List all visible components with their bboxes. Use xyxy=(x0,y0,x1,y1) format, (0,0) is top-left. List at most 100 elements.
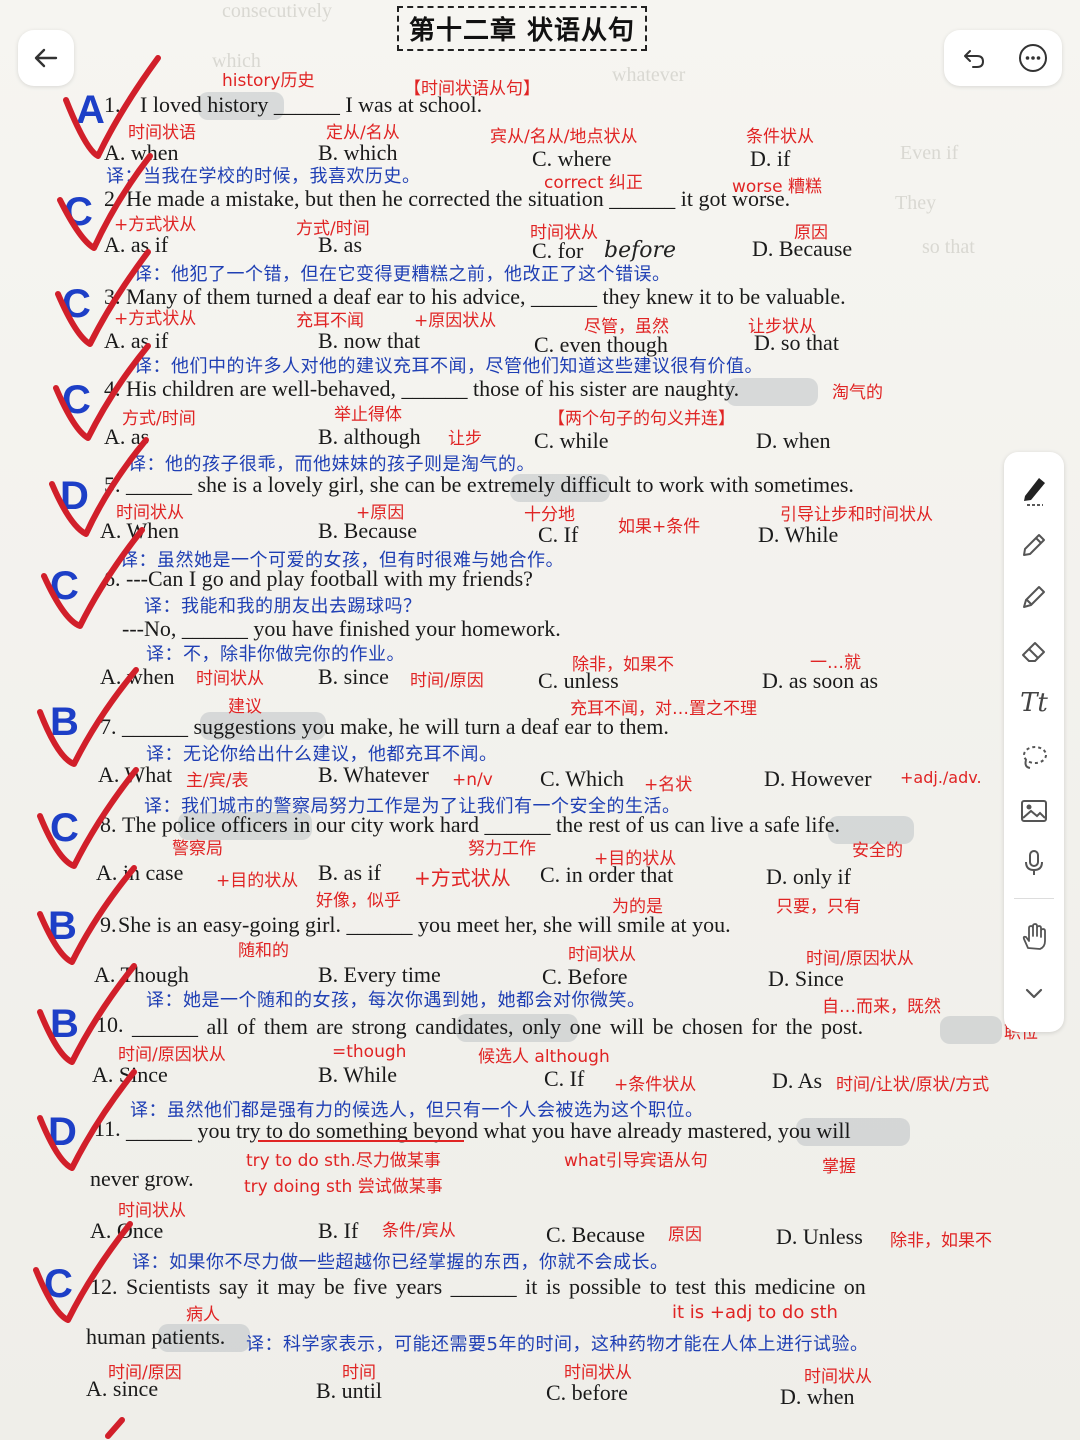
option-d: D. Because xyxy=(752,236,853,261)
option-b: B. since xyxy=(318,664,389,689)
note: 主/宾/表 xyxy=(186,771,249,791)
note: history历史 xyxy=(222,71,315,91)
question-number: 12. xyxy=(90,1274,118,1299)
note: 淘气的 xyxy=(832,383,883,403)
option-c: C. If xyxy=(538,522,579,547)
question-number: 6. xyxy=(104,566,121,591)
question-stem: She is an easy-going girl. ______ you me… xyxy=(118,912,731,937)
option-d: D. Since xyxy=(768,966,844,991)
option-c: C. in order that xyxy=(540,862,674,887)
option-b: B. now that xyxy=(318,328,421,353)
question-stem: Scientists say it may be five years ____… xyxy=(126,1274,866,1299)
marker-pen-icon[interactable] xyxy=(1015,470,1053,508)
answer-letter: D xyxy=(60,474,89,518)
note: 好像，似乎 xyxy=(316,891,401,911)
note: try to do sth.尽力做某事 xyxy=(246,1151,441,1171)
translation: 译：我能和我的朋友出去踢球吗？ xyxy=(144,596,422,617)
option-c: C. Which xyxy=(540,766,624,791)
note: 时间状从 xyxy=(568,945,636,965)
note: 时间状从 xyxy=(196,669,264,689)
toolbar-divider xyxy=(1014,898,1054,899)
hand-icon[interactable] xyxy=(1015,918,1053,956)
lasso-icon[interactable] xyxy=(1015,738,1053,776)
answer-letter: C xyxy=(62,282,91,326)
translation: 译：他们中的许多人对他的建议充耳不闻，尽管他们知道这些建议很有价值。 xyxy=(134,356,763,377)
question-number: 9. xyxy=(100,912,117,937)
translation: 译：如果你不尽力做一些超越你已经掌握的东西，你就不会成长。 xyxy=(132,1252,669,1273)
option-b: B. Every time xyxy=(318,962,441,987)
translation: 译：她是一个随和的女孩，每次你遇到她，她都会对你微笑。 xyxy=(146,990,646,1011)
translation: 译：科学家表示，可能还需要5年的时间，这种药物才能在人体上进行试验。 xyxy=(246,1334,869,1355)
annotation-toolbar: Tt xyxy=(1004,452,1064,1032)
note: +方式状从 xyxy=(414,866,511,890)
option-a: A. as if xyxy=(104,232,169,257)
option-d: D. so that xyxy=(754,330,839,355)
ghost-text: Even if xyxy=(900,142,959,164)
answer-letter: C xyxy=(64,190,93,234)
option-a: A. since xyxy=(86,1376,159,1401)
answer-letter: A xyxy=(76,88,105,132)
back-button[interactable] xyxy=(18,30,74,86)
note: what引导宾语从句 xyxy=(564,1151,708,1171)
note: 病人 xyxy=(186,1305,220,1325)
note: try doing sth 尝试做某事 xyxy=(244,1177,443,1197)
option-d: D. if xyxy=(750,146,791,171)
note: 宾从/名从/地点状从 xyxy=(490,127,638,147)
note: +原因状从 xyxy=(414,311,497,331)
translation: 译：他犯了一个错，但在它变得更糟糕之前，他改正了这个错误。 xyxy=(134,264,671,285)
answer-letter: B xyxy=(50,1002,79,1046)
option-c: C. Because xyxy=(546,1222,645,1247)
option-d: D. Unless xyxy=(776,1224,863,1249)
question-number: 8. xyxy=(100,812,117,837)
note: 举止得体 xyxy=(334,405,402,425)
option-d: D. As xyxy=(772,1068,823,1093)
question-stem: I loved history ______ I was at school. xyxy=(140,92,483,117)
question-stem: ---Can I go and play football with my fr… xyxy=(126,566,533,591)
undo-icon[interactable] xyxy=(957,41,991,75)
answer-letter: B xyxy=(50,700,79,744)
check-mark xyxy=(105,1417,125,1439)
pencil-icon[interactable] xyxy=(1015,578,1053,616)
option-d: D. when xyxy=(780,1384,855,1409)
note: +方式状从 xyxy=(114,309,197,329)
translation: 译：当我在学校的时候，我喜欢历史。 xyxy=(106,166,421,187)
text-tool-icon[interactable]: Tt xyxy=(1015,684,1053,722)
arrow-left-icon xyxy=(29,41,63,75)
answer-letter: C xyxy=(50,806,79,850)
option-b: B. as if xyxy=(318,860,381,885)
option-c: C. before xyxy=(546,1380,628,1405)
eraser-icon[interactable] xyxy=(1015,632,1053,670)
option-a: A. Though xyxy=(94,962,189,987)
ghost-text: whatever xyxy=(612,64,686,86)
option-b: B. Whatever xyxy=(318,762,429,787)
option-a: A. when xyxy=(100,664,175,689)
more-icon[interactable] xyxy=(1016,41,1050,75)
chapter-title: 第十二章 状语从句 xyxy=(397,6,648,51)
option-b: B. as xyxy=(318,232,362,257)
note: 掌握 xyxy=(822,1157,856,1177)
question-number: 11. xyxy=(94,1116,121,1141)
option-c: C. If xyxy=(544,1066,585,1091)
top-actions xyxy=(944,30,1062,86)
option-c: C. unless xyxy=(538,668,619,693)
note: 原因 xyxy=(668,1225,702,1245)
note: +adj./adv. xyxy=(900,768,982,787)
chevron-down-icon[interactable] xyxy=(1015,974,1053,1012)
option-d: D. only if xyxy=(766,864,851,889)
note: 只要，只有 xyxy=(776,897,861,917)
question-stem: He made a mistake, but then he corrected… xyxy=(126,186,791,211)
note: 条件/宾从 xyxy=(382,1221,456,1241)
translation: 译：不，除非你做完你的作业。 xyxy=(146,644,405,665)
microphone-icon[interactable] xyxy=(1015,844,1053,882)
option-a: A. in case xyxy=(96,860,184,885)
option-d: D. when xyxy=(756,428,831,453)
option-d: D. as soon as xyxy=(762,668,879,693)
option-b: B. While xyxy=(318,1062,398,1087)
question-number: 5. xyxy=(104,472,121,497)
question-stem: ______ you try to do something beyond wh… xyxy=(126,1118,851,1143)
note: +n/v xyxy=(452,770,493,790)
option-b: B. although xyxy=(318,424,421,449)
pen-icon[interactable] xyxy=(1015,526,1053,564)
note: 让步 xyxy=(448,429,482,449)
image-icon[interactable] xyxy=(1015,792,1053,830)
